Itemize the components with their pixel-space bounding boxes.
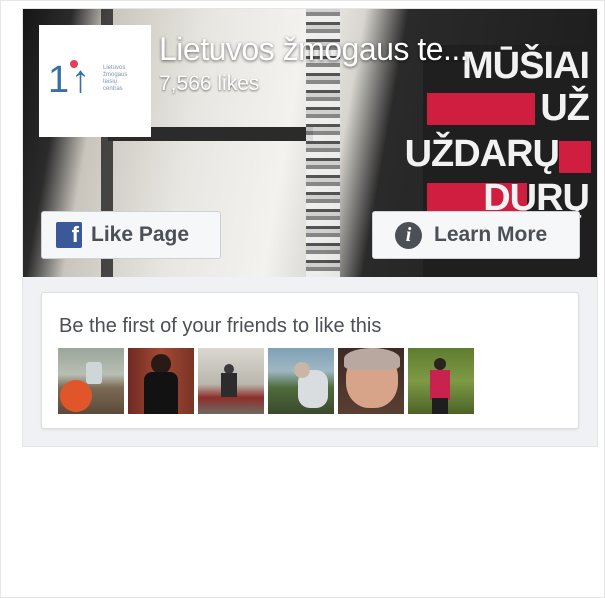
- facebook-page-plugin: MŪŠIAI UŽ UŽDARŲ DURŲ 1↑ Lietuvos žmogau…: [22, 8, 598, 447]
- poster-red-bar: [559, 141, 591, 173]
- info-icon: i: [395, 221, 422, 249]
- like-page-button[interactable]: f Like Page: [41, 211, 221, 259]
- like-page-label: Like Page: [91, 223, 190, 246]
- poster-line: UŽ: [540, 87, 590, 129]
- friends-text: Be the first of your friends to like thi…: [59, 315, 382, 337]
- logo-text: Lietuvos žmogaus teisių centras: [103, 65, 128, 92]
- logo-dot: [70, 60, 78, 68]
- avatar[interactable]: [198, 348, 264, 414]
- learn-more-button[interactable]: i Learn More: [372, 211, 580, 259]
- poster-line: UŽDARŲ: [404, 133, 560, 175]
- cover-photo[interactable]: MŪŠIAI UŽ UŽDARŲ DURŲ 1↑ Lietuvos žmogau…: [23, 9, 597, 277]
- avatar-row: [58, 348, 474, 414]
- avatar[interactable]: [408, 348, 474, 414]
- poster-red-bar: [427, 93, 535, 125]
- avatar[interactable]: [128, 348, 194, 414]
- friends-section: Be the first of your friends to like thi…: [41, 292, 579, 429]
- likes-count: 7,566 likes: [159, 72, 260, 95]
- avatar[interactable]: [268, 348, 334, 414]
- poster-line: MŪŠIAI: [462, 45, 590, 87]
- learn-more-label: Learn More: [434, 223, 548, 246]
- facebook-icon: f: [56, 222, 82, 248]
- page-title[interactable]: Lietuvos žmogaus te...: [159, 31, 469, 68]
- avatar[interactable]: [58, 348, 124, 414]
- avatar[interactable]: [338, 348, 404, 414]
- page-logo[interactable]: 1↑ Lietuvos žmogaus teisių centras: [39, 25, 151, 137]
